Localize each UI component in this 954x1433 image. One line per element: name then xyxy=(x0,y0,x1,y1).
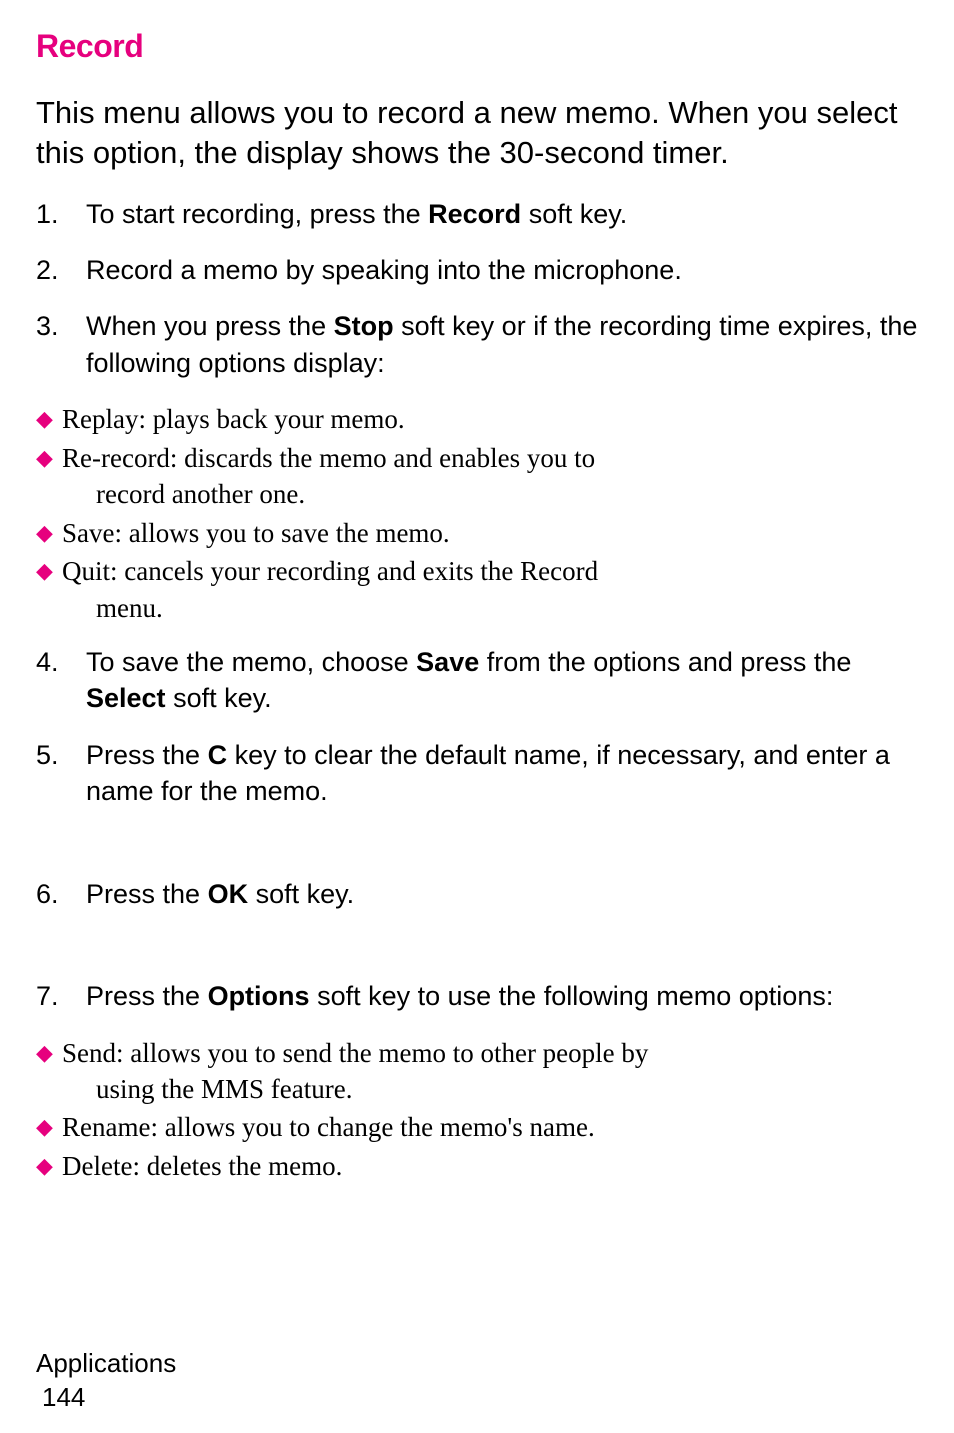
step-2: 2. Record a memo by speaking into the mi… xyxy=(36,252,918,288)
step-text: soft key to use the following memo optio… xyxy=(310,981,834,1011)
page-footer: Applications 144 xyxy=(36,1347,176,1415)
option-save: ◆ Save: allows you to save the memo. xyxy=(36,515,918,551)
option-text-cont: record another one. xyxy=(62,476,918,512)
bold-ok: OK xyxy=(208,879,249,909)
step-6: 6. Press the OK soft key. xyxy=(36,876,918,912)
steps-list-c: 6. Press the OK soft key. xyxy=(36,876,918,912)
step-text: To save the memo, choose xyxy=(86,647,416,677)
steps-list-d: 7. Press the Options soft key to use the… xyxy=(36,978,918,1014)
option-text: Save: allows you to save the memo. xyxy=(62,515,918,551)
step-4: 4. To save the memo, choose Save from th… xyxy=(36,644,918,717)
step-text: from the options and press the xyxy=(479,647,851,677)
step-number: 1. xyxy=(36,196,86,232)
steps-list-b: 4. To save the memo, choose Save from th… xyxy=(36,644,918,810)
option-replay: ◆ Replay: plays back your memo. xyxy=(36,401,918,437)
step-1: 1. To start recording, press the Record … xyxy=(36,196,918,232)
step-number: 3. xyxy=(36,308,86,381)
step-number: 5. xyxy=(36,737,86,810)
bold-record: Record xyxy=(428,199,521,229)
bold-save: Save xyxy=(416,647,479,677)
option-text-cont: using the MMS feature. xyxy=(62,1071,918,1107)
diamond-icon: ◆ xyxy=(36,1035,62,1108)
diamond-icon: ◆ xyxy=(36,515,62,551)
step-number: 7. xyxy=(36,978,86,1014)
option-text: Quit: cancels your recording and exits t… xyxy=(62,556,598,586)
step-text: Press the xyxy=(86,740,208,770)
bold-options: Options xyxy=(208,981,310,1011)
step-7: 7. Press the Options soft key to use the… xyxy=(36,978,918,1014)
bold-select: Select xyxy=(86,683,166,713)
step-number: 4. xyxy=(36,644,86,717)
step-text: Record a memo by speaking into the micro… xyxy=(86,252,918,288)
option-text: Delete: deletes the memo. xyxy=(62,1148,918,1184)
option-rerecord: ◆ Re-record: discards the memo and enabl… xyxy=(36,440,918,513)
option-text: Re-record: discards the memo and enables… xyxy=(62,443,595,473)
option-text: Replay: plays back your memo. xyxy=(62,401,918,437)
diamond-icon: ◆ xyxy=(36,553,62,626)
steps-list-a: 1. To start recording, press the Record … xyxy=(36,196,918,382)
section-heading: Record xyxy=(36,28,918,65)
option-send: ◆ Send: allows you to send the memo to o… xyxy=(36,1035,918,1108)
step-5: 5. Press the C key to clear the default … xyxy=(36,737,918,810)
option-text-cont: menu. xyxy=(62,590,918,626)
diamond-icon: ◆ xyxy=(36,440,62,513)
step-text: soft key. xyxy=(248,879,354,909)
step-text: soft key. xyxy=(166,683,272,713)
step-text: Press the xyxy=(86,981,208,1011)
step-number: 2. xyxy=(36,252,86,288)
step-text: When you press the xyxy=(86,311,334,341)
step-number: 6. xyxy=(36,876,86,912)
bold-stop: Stop xyxy=(334,311,394,341)
footer-section-name: Applications xyxy=(36,1347,176,1381)
intro-paragraph: This menu allows you to record a new mem… xyxy=(36,93,918,174)
footer-page-number: 144 xyxy=(36,1381,176,1415)
option-delete: ◆ Delete: deletes the memo. xyxy=(36,1148,918,1184)
step-3: 3. When you press the Stop soft key or i… xyxy=(36,308,918,381)
option-rename: ◆ Rename: allows you to change the memo'… xyxy=(36,1109,918,1145)
option-quit: ◆ Quit: cancels your recording and exits… xyxy=(36,553,918,626)
step-text: To start recording, press the xyxy=(86,199,428,229)
option-text: Send: allows you to send the memo to oth… xyxy=(62,1038,648,1068)
bold-c: C xyxy=(208,740,228,770)
diamond-icon: ◆ xyxy=(36,1148,62,1184)
options-list-a: ◆ Replay: plays back your memo. ◆ Re-rec… xyxy=(36,401,918,626)
diamond-icon: ◆ xyxy=(36,1109,62,1145)
diamond-icon: ◆ xyxy=(36,401,62,437)
step-text: soft key. xyxy=(521,199,627,229)
options-list-b: ◆ Send: allows you to send the memo to o… xyxy=(36,1035,918,1185)
step-text: Press the xyxy=(86,879,208,909)
option-text: Rename: allows you to change the memo's … xyxy=(62,1109,918,1145)
